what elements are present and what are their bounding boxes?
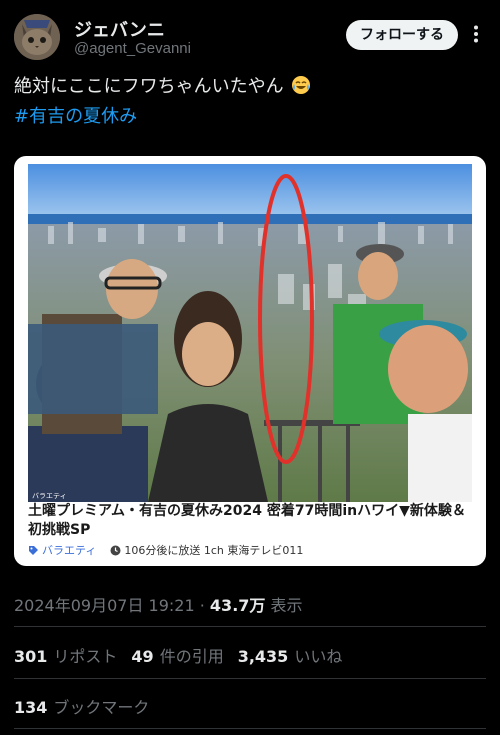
more-options-icon[interactable] bbox=[466, 24, 486, 44]
bookmarks-count: 134 bbox=[14, 698, 48, 717]
likes-stat[interactable]: 3,435 いいね bbox=[238, 643, 343, 667]
divider bbox=[14, 678, 486, 679]
reposts-stat[interactable]: 301 リポスト bbox=[14, 643, 117, 667]
schedule-text: 106分後に放送 1ch 東海テレビ011 bbox=[124, 544, 304, 557]
tweet-timestamp: 2024年09月07日 19:21 · 43.7万 表示 bbox=[14, 592, 303, 616]
engagement-stats: 301 リポスト 49 件の引用 3,435 いいね bbox=[14, 643, 342, 667]
meta-separator: · bbox=[199, 596, 205, 615]
divider bbox=[14, 728, 486, 729]
cat-avatar-icon bbox=[14, 14, 60, 60]
author-handle[interactable]: @agent_Gevanni bbox=[74, 40, 191, 57]
link-card[interactable]: バラエティ 土曜プレミアム・有吉の夏休み2024 密着77時間inハワイ▼新体験… bbox=[14, 156, 486, 566]
hashtag-link[interactable]: #有吉の夏休み bbox=[14, 102, 486, 132]
likes-count: 3,435 bbox=[237, 647, 289, 666]
bookmarks-stat[interactable]: 134 ブックマーク bbox=[14, 694, 149, 718]
tag-icon bbox=[29, 545, 38, 555]
likes-label: いいね bbox=[294, 647, 343, 666]
quotes-stat[interactable]: 49 件の引用 bbox=[131, 643, 223, 667]
tweet-header: ジェバンニ @agent_Gevanni フォローする bbox=[14, 12, 486, 64]
quotes-count: 49 bbox=[131, 647, 154, 666]
schedule-info: 106分後に放送 1ch 東海テレビ011 bbox=[110, 542, 303, 558]
category-tag[interactable]: バラエティ bbox=[28, 542, 96, 558]
clock-icon bbox=[110, 545, 121, 555]
card-photo: バラエティ bbox=[28, 164, 472, 502]
view-count: 43.7万 bbox=[209, 596, 266, 615]
quotes-label: 件の引用 bbox=[159, 647, 224, 666]
card-title[interactable]: 土曜プレミアム・有吉の夏休み2024 密着77時間inハワイ▼新体験＆初挑戦SP bbox=[28, 502, 472, 540]
bookmarks-label: ブックマーク bbox=[53, 698, 150, 717]
divider bbox=[14, 626, 486, 627]
post-datetime[interactable]: 2024年09月07日 19:21 bbox=[14, 596, 195, 615]
reposts-label: リポスト bbox=[53, 647, 118, 666]
tag-label: バラエティ bbox=[42, 544, 97, 557]
view-label: 表示 bbox=[270, 596, 303, 615]
author-name[interactable]: ジェバンニ bbox=[74, 16, 165, 42]
tweet-body: 絶対にここにフワちゃんいたやん bbox=[14, 76, 284, 97]
tweet-text: 絶対にここにフワちゃんいたやん #有吉の夏休み bbox=[14, 72, 486, 132]
laughing-tears-emoji-icon bbox=[292, 76, 311, 94]
reposts-count: 301 bbox=[14, 647, 48, 666]
card-meta: バラエティ 106分後に放送 1ch 東海テレビ011 bbox=[28, 542, 303, 558]
card-watermark: バラエティ bbox=[32, 492, 67, 500]
follow-button[interactable]: フォローする bbox=[346, 20, 458, 50]
avatar[interactable] bbox=[14, 14, 60, 60]
